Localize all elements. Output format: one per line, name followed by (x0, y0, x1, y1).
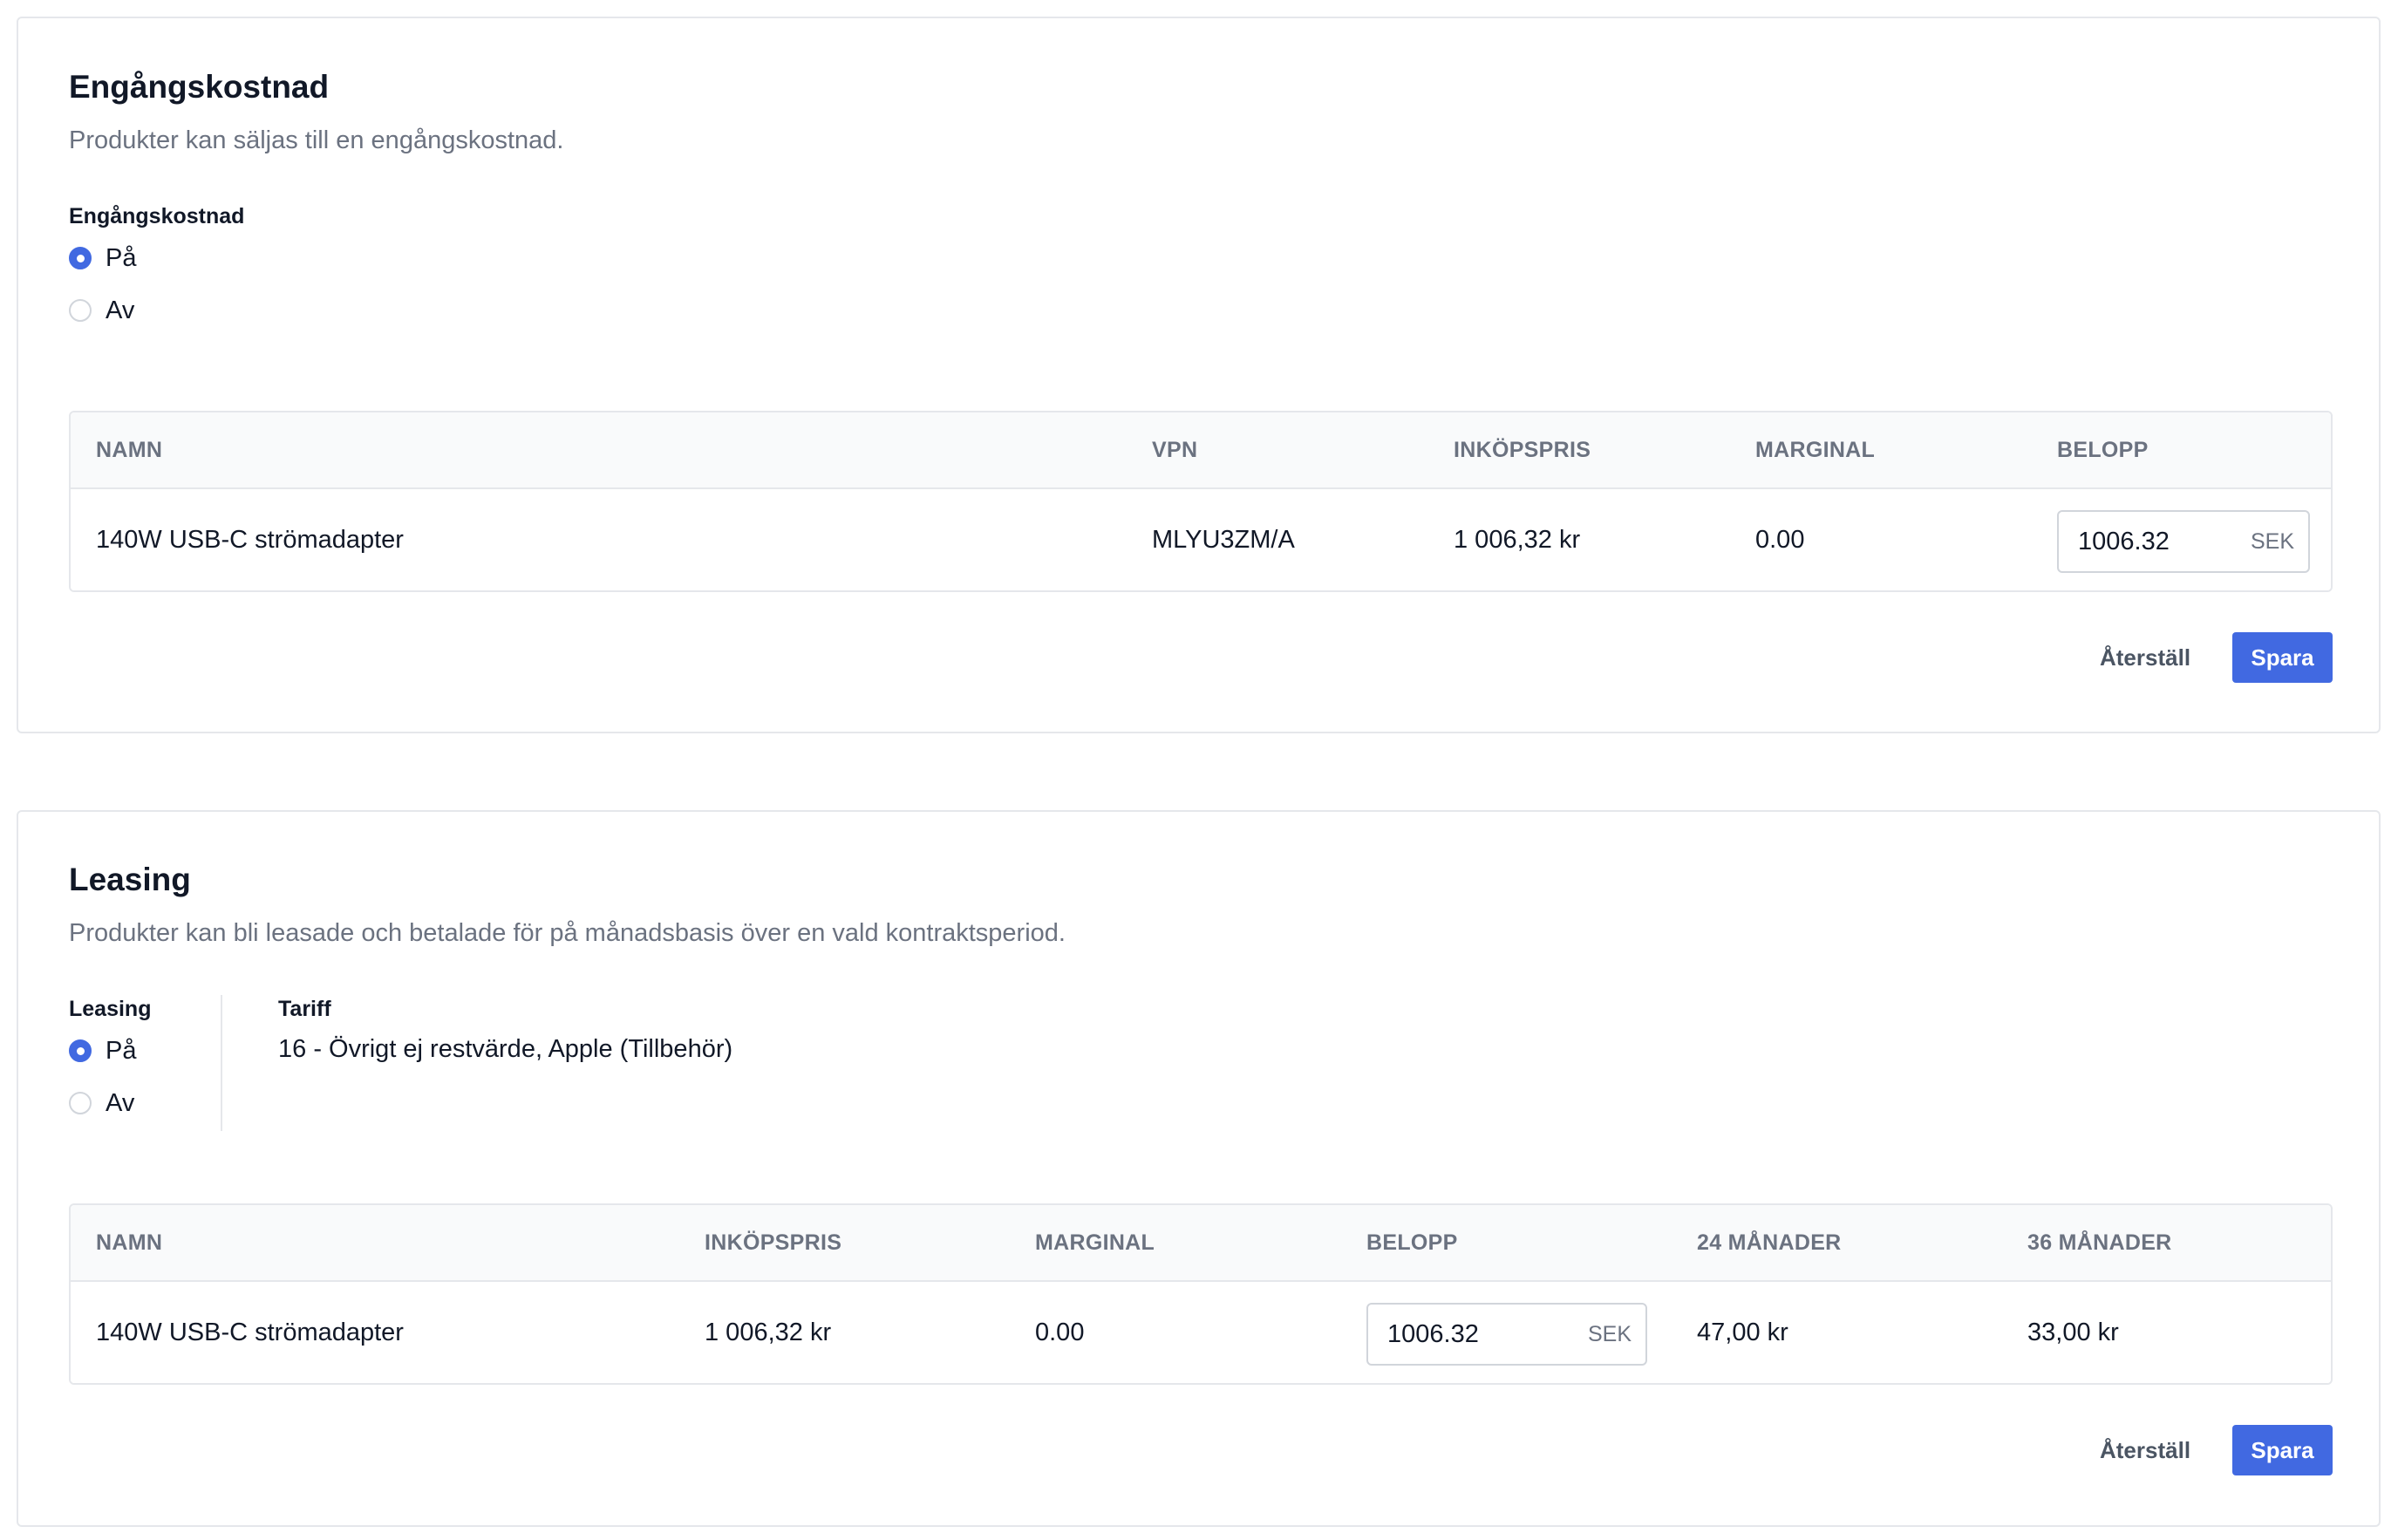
vertical-divider (221, 995, 222, 1131)
one-time-cost-table: NAMN VPN INKÖPSPRIS MARGINAL BELOPP 140W… (69, 411, 2333, 592)
header-24-months: 24 MÅNADER (1697, 1230, 1842, 1255)
cell-24-months: 47,00 kr (1697, 1319, 1788, 1346)
radio-label: Av (106, 296, 135, 324)
currency-suffix: SEK (2250, 528, 2294, 554)
tariff-label: Tariff (278, 997, 331, 1021)
leasing-card: Leasing Produkter kan bli leasade och be… (17, 810, 2381, 1527)
amount-input[interactable] (1387, 1319, 1553, 1349)
cell-name: 140W USB-C strömadapter (96, 1319, 404, 1346)
one-time-cost-title: Engångskostnad (69, 69, 330, 105)
header-amount: BELOPP (2057, 438, 2149, 462)
cell-purchase-price: 1 006,32 kr (1454, 526, 1581, 554)
tariff-value: 16 - Övrigt ej restvärde, Apple (Tillbeh… (278, 1035, 733, 1063)
table-row: 140W USB-C strömadapter 1 006,32 kr 0.00… (71, 1282, 2331, 1383)
radio-label: På (106, 243, 137, 272)
radio-unchecked-icon[interactable] (69, 1092, 92, 1114)
cell-purchase-price: 1 006,32 kr (705, 1319, 832, 1346)
reset-button[interactable]: Återställ (2100, 1425, 2190, 1475)
leasing-radio-on[interactable]: På (69, 1036, 136, 1066)
one-time-cost-field-label: Engångskostnad (69, 204, 245, 228)
reset-button[interactable]: Återställ (2100, 632, 2190, 683)
header-36-months: 36 MÅNADER (2027, 1230, 2172, 1255)
radio-unchecked-icon[interactable] (69, 299, 92, 322)
one-time-cost-card: Engångskostnad Produkter kan säljas till… (17, 17, 2381, 733)
one-time-cost-radio-off[interactable]: Av (69, 296, 134, 325)
radio-label: På (106, 1036, 137, 1065)
table-header: NAMN VPN INKÖPSPRIS MARGINAL BELOPP (71, 412, 2331, 489)
cell-margin: 0.00 (1035, 1319, 1085, 1346)
one-time-cost-radio-on[interactable]: På (69, 243, 136, 273)
amount-input-wrapper: SEK (2057, 510, 2310, 573)
radio-checked-icon[interactable] (69, 1039, 92, 1062)
header-margin: MARGINAL (1035, 1230, 1155, 1255)
amount-input-wrapper: SEK (1366, 1303, 1647, 1366)
leasing-radio-off[interactable]: Av (69, 1088, 134, 1118)
save-button[interactable]: Spara (2232, 1425, 2333, 1475)
amount-input[interactable] (2078, 527, 2244, 556)
cell-margin: 0.00 (1755, 526, 1805, 554)
header-vpn: VPN (1152, 438, 1198, 462)
save-button[interactable]: Spara (2232, 632, 2333, 683)
cell-vpn: MLYU3ZM/A (1152, 526, 1295, 554)
header-name: NAMN (96, 1230, 163, 1255)
leasing-table: NAMN INKÖPSPRIS MARGINAL BELOPP 24 MÅNAD… (69, 1203, 2333, 1385)
radio-checked-icon[interactable] (69, 247, 92, 269)
leasing-title: Leasing (69, 862, 191, 897)
header-amount: BELOPP (1366, 1230, 1458, 1255)
cell-name: 140W USB-C strömadapter (96, 526, 404, 554)
header-purchase-price: INKÖPSPRIS (705, 1230, 842, 1255)
leasing-field-label: Leasing (69, 997, 152, 1021)
header-name: NAMN (96, 438, 163, 462)
cell-36-months: 33,00 kr (2027, 1319, 2119, 1346)
table-row: 140W USB-C strömadapter MLYU3ZM/A 1 006,… (71, 489, 2331, 590)
header-purchase-price: INKÖPSPRIS (1454, 438, 1591, 462)
header-margin: MARGINAL (1755, 438, 1876, 462)
currency-suffix: SEK (1587, 1321, 1632, 1346)
one-time-cost-subtitle: Produkter kan säljas till en engångskost… (69, 126, 564, 154)
leasing-subtitle: Produkter kan bli leasade och betalade f… (69, 919, 1066, 947)
radio-label: Av (106, 1088, 135, 1117)
table-header: NAMN INKÖPSPRIS MARGINAL BELOPP 24 MÅNAD… (71, 1205, 2331, 1282)
